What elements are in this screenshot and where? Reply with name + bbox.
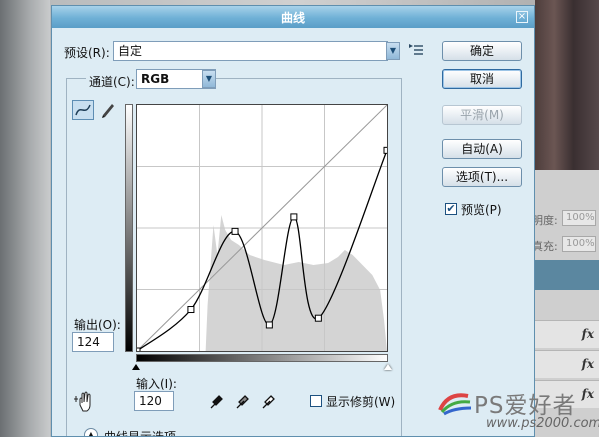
watermark: PS爱好者 www.ps2000.com — [438, 386, 599, 437]
fill-field[interactable]: 100% — [562, 236, 596, 252]
white-point-slider[interactable] — [384, 364, 392, 370]
options-button[interactable]: 选项(T)... — [442, 167, 522, 187]
preset-label: 预设(R): — [64, 46, 110, 60]
auto-button[interactable]: 自动(A) — [442, 139, 522, 159]
histogram — [205, 215, 387, 351]
hand-target-icon[interactable] — [74, 391, 96, 413]
curve-tool-icon[interactable] — [72, 100, 94, 120]
fx-icon: fx — [581, 327, 594, 341]
desktop-background-left — [0, 0, 50, 437]
layer-row[interactable]: fx — [529, 320, 599, 348]
preset-menu-icon[interactable] — [408, 43, 424, 57]
collapse-arrow-icon[interactable]: ▲ — [84, 428, 98, 436]
cancel-button[interactable]: 取消 — [442, 69, 522, 89]
preview-checkbox[interactable]: ✔ — [445, 203, 457, 215]
black-point-slider[interactable] — [132, 364, 140, 370]
channel-value: RGB — [141, 72, 170, 86]
watermark-url: www.ps2000.com — [486, 416, 599, 431]
show-clipping-checkbox[interactable] — [310, 395, 322, 407]
close-button[interactable]: × — [516, 11, 528, 23]
input-value: 120 — [139, 394, 162, 408]
output-label: 输出(O): — [74, 318, 121, 332]
gray-eyedropper-icon[interactable] — [234, 392, 252, 410]
channel-label: 通道(C): — [86, 73, 138, 90]
curve-control-point[interactable] — [314, 314, 322, 322]
chevron-down-icon[interactable]: ▼ — [386, 42, 400, 60]
curve-graph[interactable] — [136, 104, 388, 352]
black-eyedropper-icon[interactable] — [208, 392, 226, 410]
curve-control-point[interactable] — [231, 227, 239, 235]
curves-dialog: 曲线 × 预设(R): 自定 ▼ 通道(C): RGB ▼ 输出(O): 124… — [51, 5, 535, 437]
pencil-tool-icon[interactable] — [97, 100, 119, 120]
curve-control-point[interactable] — [383, 146, 387, 154]
curve-control-point[interactable] — [265, 321, 273, 329]
dialog-title: 曲线 — [280, 11, 305, 25]
curve-display-options-label: 曲线显示选项 — [104, 430, 177, 437]
watermark-logo-text: PS爱好者 — [474, 393, 577, 419]
input-label: 输入(I): — [136, 377, 177, 391]
title-bar[interactable]: 曲线 × — [52, 6, 534, 28]
opacity-label: 明度: — [532, 214, 558, 227]
watermark-logo-icon — [438, 393, 472, 416]
curve-control-point[interactable] — [137, 347, 141, 351]
preview-label: 预览(P) — [461, 203, 502, 217]
chevron-down-icon[interactable]: ▼ — [202, 70, 216, 88]
selected-layer-row[interactable] — [529, 260, 599, 290]
curve-control-point[interactable] — [187, 306, 195, 314]
preset-select[interactable]: 自定 — [113, 41, 388, 61]
curve-graph-svg[interactable] — [137, 105, 387, 351]
curve-control-point[interactable] — [290, 213, 298, 221]
input-gradient-bar — [136, 354, 388, 362]
preset-value: 自定 — [118, 44, 143, 58]
output-field[interactable]: 124 — [72, 332, 114, 352]
show-clipping-label: 显示修剪(W) — [326, 395, 396, 409]
fx-icon: fx — [581, 357, 594, 371]
smooth-button[interactable]: 平滑(M) — [442, 105, 522, 125]
white-eyedropper-icon[interactable] — [260, 392, 278, 410]
output-gradient-bar — [125, 104, 133, 352]
ok-button[interactable]: 确定 — [442, 41, 522, 61]
opacity-field[interactable]: 100% — [562, 210, 596, 226]
output-value: 124 — [77, 335, 100, 349]
input-field[interactable]: 120 — [134, 391, 174, 411]
fill-label: 真充: — [532, 240, 558, 253]
layer-row[interactable]: fx — [529, 350, 599, 378]
